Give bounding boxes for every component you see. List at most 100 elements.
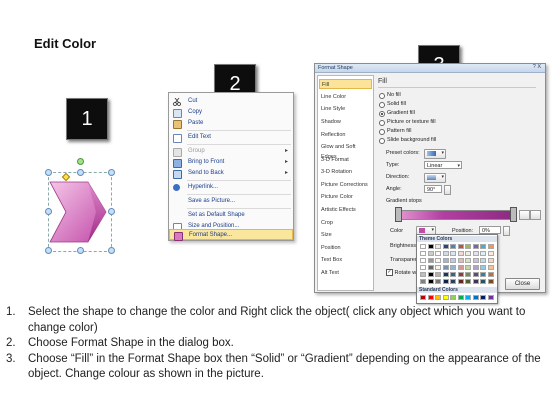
close-button[interactable]: Close — [505, 278, 540, 290]
standard-color-swatch[interactable] — [435, 295, 441, 300]
color-swatch[interactable] — [435, 265, 441, 270]
color-swatch[interactable] — [472, 279, 479, 284]
gradient-stops-bar[interactable] — [395, 210, 513, 220]
nav-item-text-box[interactable]: Text Box — [319, 255, 372, 265]
standard-color-swatch[interactable] — [465, 295, 471, 300]
nav-item-3d-format[interactable]: 3-D Format — [319, 155, 372, 165]
menu-item-hyperlink[interactable]: Hyperlink... — [169, 182, 293, 193]
color-swatch[interactable] — [420, 272, 426, 277]
resize-handle-tr[interactable] — [108, 169, 115, 176]
color-swatch[interactable] — [450, 258, 456, 263]
color-swatch[interactable] — [442, 258, 449, 263]
rotate-with-shape-checkbox[interactable]: ✓ Rotate w — [386, 269, 416, 277]
color-swatch[interactable] — [435, 251, 441, 256]
color-swatch[interactable] — [457, 244, 464, 249]
color-swatch[interactable] — [472, 272, 479, 277]
resize-handle-br[interactable] — [108, 247, 115, 254]
color-swatch[interactable] — [465, 244, 471, 249]
color-swatch[interactable] — [480, 258, 486, 263]
nav-item-size[interactable]: Size — [319, 230, 372, 240]
menu-item-copy[interactable]: Copy — [169, 107, 293, 118]
color-swatch[interactable] — [442, 244, 449, 249]
color-swatch[interactable] — [435, 244, 441, 249]
direction-button[interactable]: ▾ — [424, 173, 446, 183]
color-swatch[interactable] — [442, 265, 449, 270]
color-swatch[interactable] — [457, 279, 464, 284]
nav-item-artistic-effects[interactable]: Artistic Effects — [319, 205, 372, 215]
menu-item-paste[interactable]: Paste — [169, 118, 293, 129]
color-swatch[interactable] — [450, 272, 456, 277]
dialog-titlebar[interactable]: Format Shape ? X — [315, 64, 545, 73]
resize-handle-bc[interactable] — [77, 247, 84, 254]
menu-item-send-to-back[interactable]: Send to Back ▸ — [169, 168, 293, 179]
nav-item-shadow[interactable]: Shadow — [319, 117, 372, 127]
color-swatch[interactable] — [450, 265, 456, 270]
gradient-stop-handle[interactable] — [510, 207, 517, 222]
menu-item-save-as-picture[interactable]: Save as Picture... — [169, 196, 293, 207]
color-swatch[interactable] — [442, 272, 449, 277]
color-swatch[interactable] — [480, 251, 486, 256]
radio-solid-fill[interactable]: Solid fill — [379, 100, 479, 108]
nav-item-fill[interactable]: Fill — [319, 79, 372, 89]
color-swatch[interactable] — [420, 258, 426, 263]
nav-item-3d-rotation[interactable]: 3-D Rotation — [319, 167, 372, 177]
rotate-handle[interactable] — [77, 158, 84, 165]
nav-item-alt-text[interactable]: Alt Text — [319, 268, 372, 278]
color-swatch[interactable] — [435, 272, 441, 277]
color-swatch[interactable] — [427, 272, 434, 277]
add-stop-button[interactable] — [519, 210, 530, 220]
color-swatch[interactable] — [487, 279, 494, 284]
nav-item-glow[interactable]: Glow and Soft Edges — [319, 142, 372, 160]
color-swatch[interactable] — [457, 251, 464, 256]
type-select[interactable]: Linear ▾ — [424, 161, 462, 169]
standard-color-swatch[interactable] — [472, 295, 479, 300]
color-swatch[interactable] — [472, 265, 479, 270]
color-swatch[interactable] — [457, 272, 464, 277]
color-swatch[interactable] — [465, 251, 471, 256]
color-swatch[interactable] — [487, 251, 494, 256]
color-swatch[interactable] — [487, 258, 494, 263]
color-swatch[interactable] — [480, 272, 486, 277]
gradient-stop-handle[interactable] — [395, 207, 402, 222]
color-swatch[interactable] — [465, 265, 471, 270]
radio-pattern-fill[interactable]: Pattern fill — [379, 127, 479, 135]
nav-item-reflection[interactable]: Reflection — [319, 130, 372, 140]
standard-color-swatch[interactable] — [427, 295, 434, 300]
color-swatch[interactable] — [487, 272, 494, 277]
color-swatch[interactable] — [450, 251, 456, 256]
color-swatch[interactable] — [472, 244, 479, 249]
color-swatch[interactable] — [457, 258, 464, 263]
menu-item-bring-to-front[interactable]: Bring to Front ▸ — [169, 157, 293, 168]
radio-gradient-fill[interactable]: Gradient fill — [379, 109, 479, 117]
resize-handle-mr[interactable] — [108, 208, 115, 215]
color-swatch[interactable] — [420, 244, 426, 249]
radio-slide-background-fill[interactable]: Slide background fill — [379, 136, 479, 144]
menu-item-edit-text[interactable]: Edit Text — [169, 132, 293, 143]
menu-item-group[interactable]: Group ▸ — [169, 146, 293, 157]
color-swatch[interactable] — [442, 251, 449, 256]
color-swatch[interactable] — [420, 265, 426, 270]
color-swatch[interactable] — [465, 272, 471, 277]
menu-item-set-default-shape[interactable]: Set as Default Shape — [169, 210, 293, 221]
color-swatch[interactable] — [450, 244, 456, 249]
color-swatch[interactable] — [427, 258, 434, 263]
color-swatch[interactable] — [420, 279, 426, 284]
preset-colors-button[interactable]: ▾ — [424, 149, 446, 159]
color-swatch[interactable] — [487, 244, 494, 249]
nav-item-picture-color[interactable]: Picture Color — [319, 192, 372, 202]
color-swatch[interactable] — [457, 265, 464, 270]
angle-input[interactable]: 90° — [424, 185, 442, 193]
nav-item-picture-corrections[interactable]: Picture Corrections — [319, 180, 372, 190]
color-swatch[interactable] — [465, 258, 471, 263]
nav-item-line-style[interactable]: Line Style — [319, 104, 372, 114]
color-swatch[interactable] — [427, 244, 434, 249]
color-swatch[interactable] — [435, 258, 441, 263]
color-swatch[interactable] — [427, 265, 434, 270]
radio-picture-fill[interactable]: Picture or texture fill — [379, 118, 479, 126]
standard-color-swatch[interactable] — [420, 295, 426, 300]
color-swatch[interactable] — [487, 265, 494, 270]
chevron-shape[interactable] — [44, 172, 114, 252]
position-spinner[interactable] — [503, 226, 510, 236]
color-swatch[interactable] — [480, 279, 486, 284]
color-swatch[interactable] — [420, 251, 426, 256]
